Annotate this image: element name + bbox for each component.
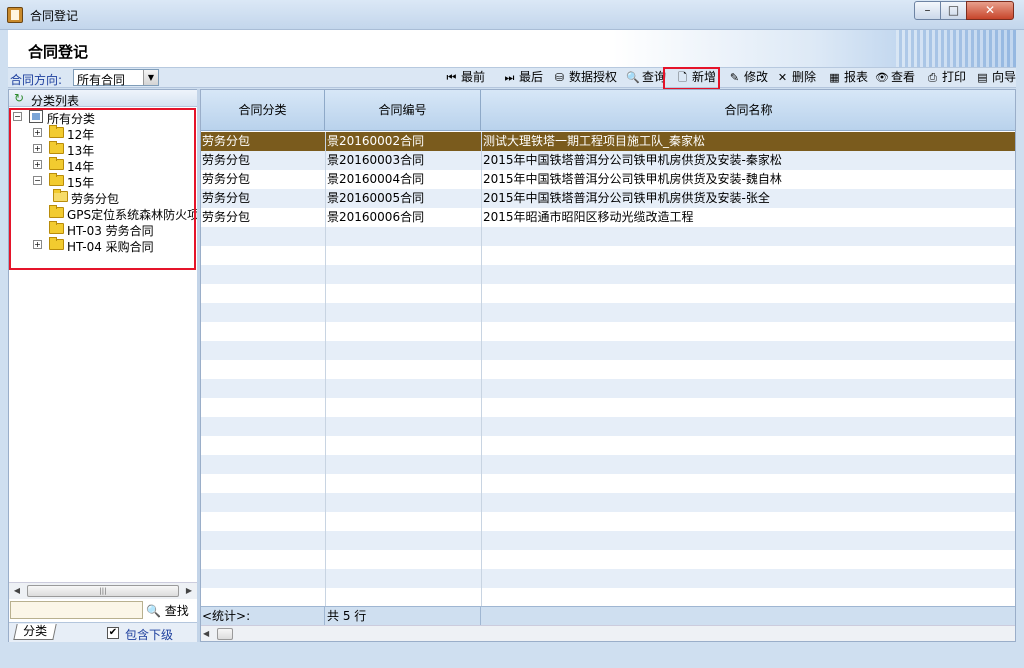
find-label: 查找 xyxy=(164,604,189,618)
cell-category: 劳务分包 xyxy=(202,210,251,224)
category-panel-header: ↻ 分类列表 xyxy=(9,90,197,108)
title-bar: 合同登记 – □ ✕ xyxy=(0,0,1024,30)
toolbar-button-8[interactable]: 👁 查看 xyxy=(875,69,915,87)
direction-value: 所有合同 xyxy=(77,73,126,87)
toolbar-button-10[interactable]: ▤ 向导 xyxy=(976,69,1016,87)
toolbar-button-3[interactable]: 🔍 查询 xyxy=(626,69,666,87)
tree-search-input[interactable] xyxy=(10,601,143,619)
toolbar-button-label: 最前 xyxy=(461,70,486,84)
scroll-left-icon[interactable]: ◀ xyxy=(9,583,25,599)
direction-select[interactable]: 所有合同 ▼ xyxy=(73,69,159,87)
include-sub-checkbox[interactable]: ✔ xyxy=(107,627,119,639)
search-icon: 🔍 xyxy=(626,71,640,84)
column-header-category[interactable]: 合同分类 xyxy=(201,90,325,131)
view-icon: 👁 xyxy=(875,71,889,84)
tree-horizontal-scrollbar[interactable]: ◀ ||| ▶ xyxy=(9,582,197,599)
cell-category: 劳务分包 xyxy=(202,172,251,186)
highlight-add-button xyxy=(663,67,720,90)
cell-name: 测试大理铁塔一期工程项目施工队_秦家松 xyxy=(483,134,706,148)
minimize-button[interactable]: – xyxy=(914,1,941,20)
wizard-icon: ▤ xyxy=(977,71,988,84)
app-icon xyxy=(7,7,23,23)
edit-icon: ✎ xyxy=(729,71,740,84)
page-header: 合同登记 xyxy=(8,30,1016,68)
print-icon: ⎙ xyxy=(928,71,937,84)
toolbar-button-1[interactable]: ⏭ 最后 xyxy=(503,69,543,87)
toolbar-button-label: 查看 xyxy=(891,70,916,84)
cell-name: 2015年中国铁塔普洱分公司铁甲机房供货及安装-秦家松 xyxy=(483,153,782,167)
category-panel-title: 分类列表 xyxy=(31,94,80,108)
cell-number: 景20160004合同 xyxy=(327,172,425,186)
cell-name: 2015年中国铁塔普洱分公司铁甲机房供货及安装-张全 xyxy=(483,191,770,205)
cell-number: 景20160002合同 xyxy=(327,134,425,148)
scroll-left-icon[interactable]: ◀ xyxy=(203,626,209,641)
cell-number: 景20160005合同 xyxy=(327,191,425,205)
toolbar-button-label: 打印 xyxy=(942,70,967,84)
footer-count: 共 5 行 xyxy=(325,607,481,626)
footer-label: <统计>: xyxy=(202,607,325,626)
toolbar-button-label: 删除 xyxy=(792,70,817,84)
cell-category: 劳务分包 xyxy=(202,191,251,205)
highlight-tree xyxy=(9,108,196,270)
find-button[interactable]: 🔍 查找 xyxy=(146,602,189,619)
first-icon: ⏮ xyxy=(446,71,457,84)
grid-body: 劳务分包 景20160002合同 测试大理铁塔一期工程项目施工队_秦家松 劳务分包 景2… xyxy=(201,132,1015,606)
panel-tab-row: 分类 ✔ 包含下级 xyxy=(9,622,197,642)
toolbar-button-label: 修改 xyxy=(744,70,769,84)
contract-grid: 合同分类 合同编号 合同名称 劳务分包 景20160002合同 测试大理铁塔一期工程… xyxy=(200,89,1016,642)
table-row[interactable]: 劳务分包 景20160006合同 2015年昭通市昭阳区移动光缆改造工程 xyxy=(201,208,1015,227)
column-header-number[interactable]: 合同编号 xyxy=(325,90,481,131)
close-button[interactable]: ✕ xyxy=(966,1,1014,20)
cell-category: 劳务分包 xyxy=(202,134,251,148)
toolbar-button-9[interactable]: ⎙ 打印 xyxy=(926,69,966,87)
toolbar-button-7[interactable]: ▦ 报表 xyxy=(828,69,868,87)
table-row[interactable]: 劳务分包 景20160003合同 2015年中国铁塔普洱分公司铁甲机房供货及安装-秦… xyxy=(201,151,1015,170)
scroll-thumb[interactable] xyxy=(217,628,233,640)
direction-label: 合同方向: xyxy=(10,73,63,87)
include-sub-label: 包含下级 xyxy=(125,628,174,642)
toolbar-button-label: 数据授权 xyxy=(569,70,618,84)
toolbar-button-6[interactable]: ✕ 删除 xyxy=(776,69,816,87)
tab-category[interactable]: 分类 xyxy=(13,624,57,640)
window-title: 合同登记 xyxy=(30,9,79,23)
maximize-button[interactable]: □ xyxy=(940,1,967,20)
toolbar-button-0[interactable]: ⏮ 最前 xyxy=(445,69,485,87)
delete-icon: ✕ xyxy=(777,71,788,84)
table-row[interactable]: 劳务分包 景20160002合同 测试大理铁塔一期工程项目施工队_秦家松 xyxy=(201,132,1015,151)
cell-number: 景20160006合同 xyxy=(327,210,425,224)
search-icon: 🔍 xyxy=(146,604,161,618)
table-row[interactable]: 劳务分包 景20160004合同 2015年中国铁塔普洱分公司铁甲机房供货及安装-魏… xyxy=(201,170,1015,189)
grid-footer: <统计>: 共 5 行 xyxy=(201,606,1015,626)
column-divider xyxy=(325,132,326,606)
toolbar-button-label: 报表 xyxy=(844,70,869,84)
refresh-icon[interactable]: ↻ xyxy=(14,91,24,105)
toolbar-button-2[interactable]: ⛁ 数据授权 xyxy=(553,69,617,87)
toolbar-button-5[interactable]: ✎ 修改 xyxy=(728,69,768,87)
toolbar-button-label: 最后 xyxy=(519,70,544,84)
cell-number: 景20160003合同 xyxy=(327,153,425,167)
cell-name: 2015年中国铁塔普洱分公司铁甲机房供货及安装-魏自林 xyxy=(483,172,782,186)
column-header-name[interactable]: 合同名称 xyxy=(481,90,1015,131)
chevron-down-icon[interactable]: ▼ xyxy=(143,70,158,85)
toolbar: 合同方向: 所有合同 ▼ ⏮ 最前 ⏭ 最后 ⛁ 数据授权 🔍 查询 🗋 新增 ✎ 修改 ✕ 删除 ▦ 报表 👁… xyxy=(8,68,1016,88)
table-row[interactable]: 劳务分包 景20160005合同 2015年中国铁塔普洱分公司铁甲机房供货及安装-张… xyxy=(201,189,1015,208)
toolbar-button-label: 向导 xyxy=(992,70,1017,84)
cell-name: 2015年昭通市昭阳区移动光缆改造工程 xyxy=(483,210,694,224)
page-title: 合同登记 xyxy=(28,43,89,61)
scroll-right-icon[interactable]: ▶ xyxy=(181,583,197,599)
scroll-thumb[interactable]: ||| xyxy=(27,585,179,597)
cell-category: 劳务分包 xyxy=(202,153,251,167)
authorize-icon: ⛁ xyxy=(554,71,565,84)
report-icon: ▦ xyxy=(829,71,840,84)
last-icon: ⏭ xyxy=(504,71,515,84)
grid-horizontal-scrollbar[interactable]: ◀ xyxy=(201,625,1015,641)
column-divider xyxy=(481,132,482,606)
